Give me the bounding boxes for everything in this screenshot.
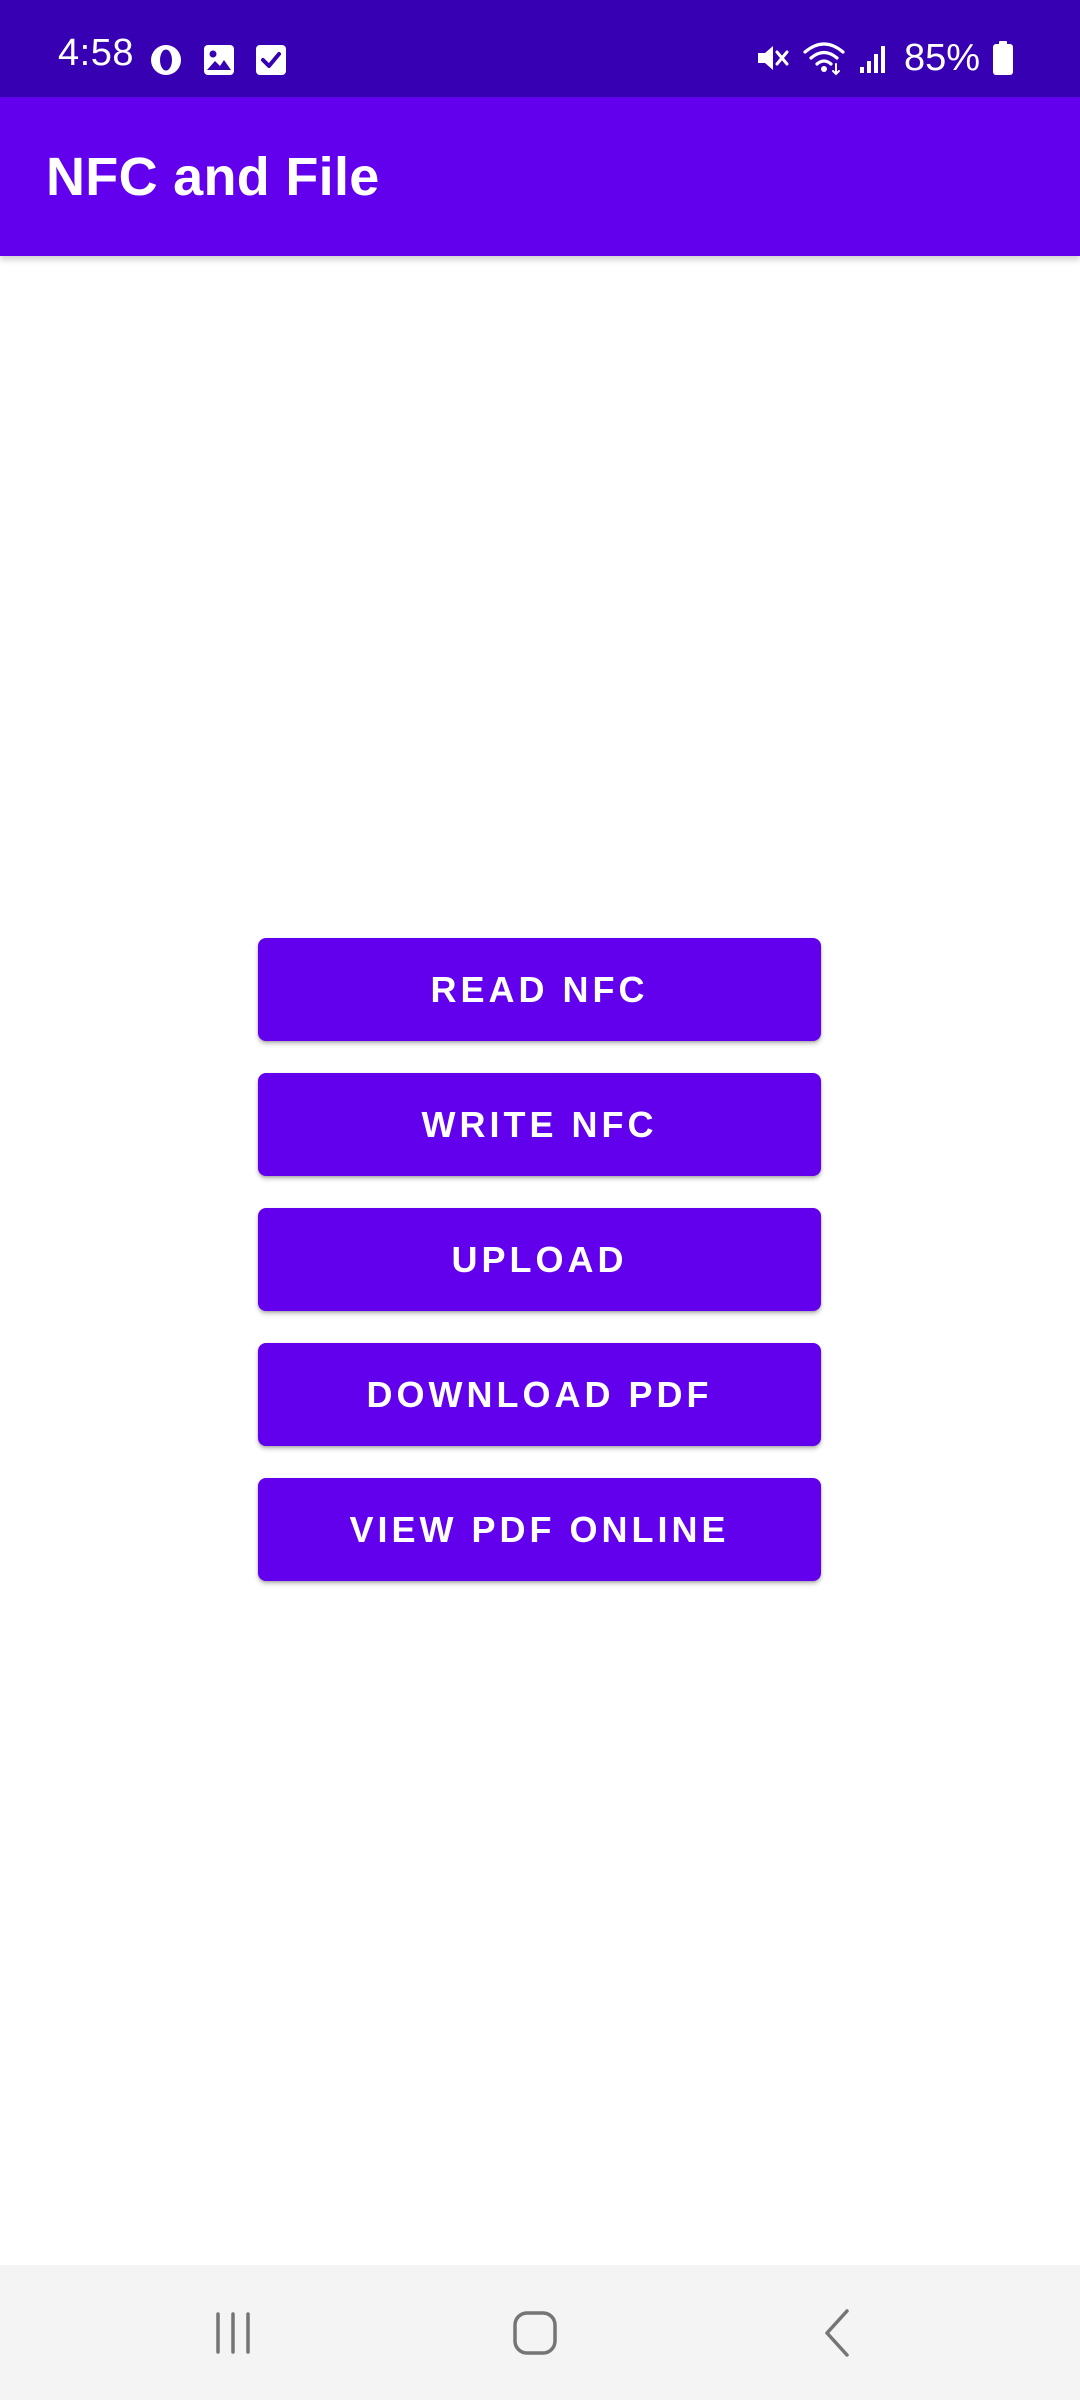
home-button[interactable] [435, 2265, 635, 2400]
button-column: READ NFC WRITE NFC UPLOAD DOWNLOAD PDF V… [258, 938, 821, 1581]
back-icon [817, 2307, 857, 2359]
app-bar: NFC and File [0, 97, 1080, 256]
recents-button[interactable] [133, 2265, 333, 2400]
read-nfc-button[interactable]: READ NFC [258, 938, 821, 1041]
upload-button[interactable]: UPLOAD [258, 1208, 821, 1311]
status-left-icons [148, 40, 288, 80]
navigation-bar [0, 2265, 1080, 2400]
home-icon [510, 2308, 560, 2358]
mute-icon [754, 40, 790, 76]
view-pdf-online-button[interactable]: VIEW PDF ONLINE [258, 1478, 821, 1581]
back-button[interactable] [737, 2265, 937, 2400]
signal-icon [858, 41, 888, 75]
status-time: 4:58 [58, 32, 134, 74]
download-pdf-button[interactable]: DOWNLOAD PDF [258, 1343, 821, 1446]
checkbox-icon [254, 43, 288, 77]
wifi-icon [802, 40, 846, 76]
battery-icon [992, 40, 1014, 76]
status-right-icons: 85% [754, 36, 1014, 80]
opera-icon [148, 42, 184, 78]
status-bar: 4:58 85% [0, 0, 1080, 97]
screen: 4:58 85% NFC and File READ NFC WRITE NFC… [0, 0, 1080, 2400]
write-nfc-button[interactable]: WRITE NFC [258, 1073, 821, 1176]
recents-icon [209, 2309, 257, 2357]
app-title: NFC and File [46, 146, 380, 207]
gallery-icon [202, 43, 236, 77]
battery-percentage: 85% [903, 37, 980, 79]
